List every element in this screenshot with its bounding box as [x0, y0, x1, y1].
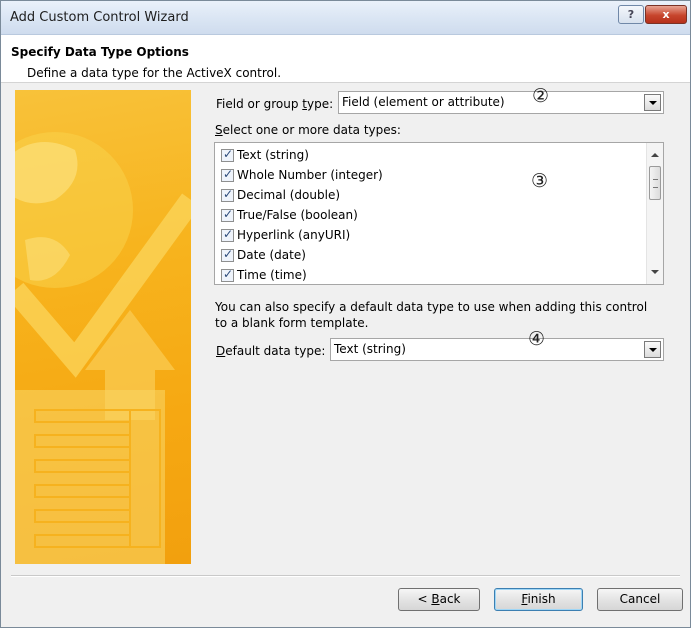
close-button[interactable]: x: [645, 5, 687, 24]
back-button[interactable]: < Back: [398, 588, 480, 611]
title-bar: Add Custom Control Wizard ? x: [1, 1, 690, 35]
annotation-2: ②: [532, 85, 550, 107]
list-item[interactable]: True/False (boolean): [221, 205, 358, 225]
wizard-illustration: [15, 90, 191, 564]
default-info-line-2: to a blank form template.: [215, 316, 369, 330]
finish-button[interactable]: Finish: [494, 588, 583, 611]
default-info-line-1: You can also specify a default data type…: [215, 300, 648, 314]
checkbox-checked-icon[interactable]: [221, 247, 234, 262]
default-data-type-label: Default data type:: [216, 344, 326, 358]
checkbox-checked-icon[interactable]: [221, 147, 234, 162]
scroll-down-arrow-icon[interactable]: [651, 270, 659, 274]
page-subtitle: Define a data type for the ActiveX contr…: [27, 66, 282, 80]
checkbox-checked-icon[interactable]: [221, 227, 234, 242]
data-types-label: Select one or more data types:: [215, 123, 401, 137]
chevron-down-icon[interactable]: [644, 341, 661, 358]
field-group-type-select[interactable]: Field (element or attribute): [338, 91, 664, 114]
default-data-type-value: Text (string): [334, 342, 406, 356]
list-item[interactable]: Date (date): [221, 245, 306, 265]
checkbox-checked-icon[interactable]: [221, 167, 234, 182]
annotation-3: ③: [531, 170, 549, 192]
field-group-type-label: Field or group type:: [216, 97, 334, 111]
checkbox-checked-icon[interactable]: [221, 187, 234, 202]
wizard-header: Specify Data Type Options Define a data …: [1, 35, 690, 83]
annotation-4: ④: [528, 328, 546, 350]
list-item[interactable]: Whole Number (integer): [221, 165, 383, 185]
window-title: Add Custom Control Wizard: [10, 10, 189, 25]
close-icon: x: [662, 8, 670, 21]
list-scrollbar[interactable]: [646, 143, 663, 284]
cancel-button[interactable]: Cancel: [597, 588, 683, 611]
wizard-window: Add Custom Control Wizard ? x Specify Da…: [0, 0, 691, 628]
page-title: Specify Data Type Options: [11, 45, 189, 59]
checkbox-checked-icon[interactable]: [221, 207, 234, 222]
illustration-graphic: [15, 132, 191, 564]
footer-divider: [11, 575, 680, 577]
checkbox-checked-icon[interactable]: [221, 267, 234, 282]
field-group-type-value: Field (element or attribute): [342, 95, 505, 109]
default-data-type-select[interactable]: Text (string): [330, 338, 664, 361]
help-button[interactable]: ?: [618, 5, 644, 24]
list-item[interactable]: Time (time): [221, 265, 307, 284]
scroll-thumb[interactable]: [649, 166, 661, 200]
scroll-up-arrow-icon[interactable]: [651, 153, 659, 157]
chevron-down-icon[interactable]: [644, 94, 661, 111]
list-item[interactable]: Text (string): [221, 145, 309, 165]
data-types-list[interactable]: Text (string) Whole Number (integer) Dec…: [214, 142, 664, 285]
help-icon: ?: [627, 8, 635, 21]
list-item[interactable]: Hyperlink (anyURI): [221, 225, 350, 245]
list-item[interactable]: Decimal (double): [221, 185, 340, 205]
